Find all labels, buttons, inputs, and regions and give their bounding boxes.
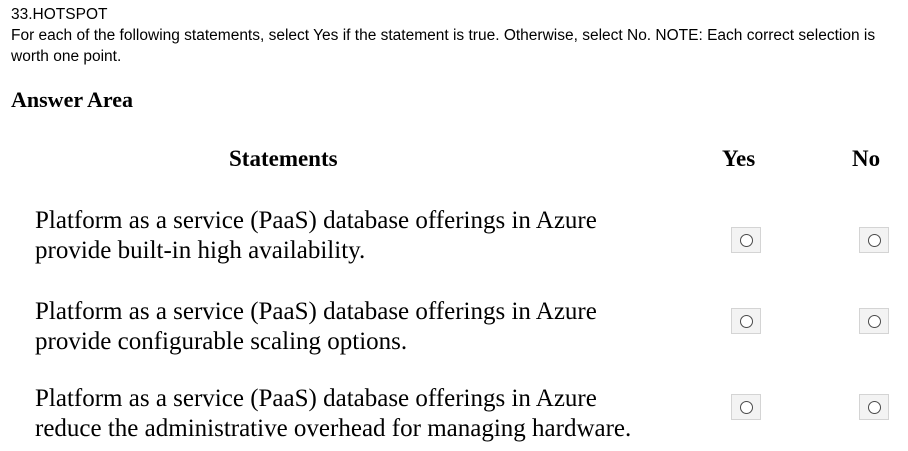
yes-radio-button[interactable] [731, 227, 761, 253]
question-instructions: For each of the following statements, se… [11, 27, 876, 65]
question-number: 33.HOTSPOT [11, 6, 108, 23]
statement-text: Platform as a service (PaaS) database of… [35, 385, 632, 442]
yes-radio-button[interactable] [731, 308, 761, 334]
radio-circle-icon [867, 314, 881, 328]
no-radio-button[interactable] [859, 308, 889, 334]
yes-radio-button[interactable] [731, 394, 761, 420]
yes-column-header: Yes [722, 146, 756, 171]
radio-circle-icon [739, 400, 753, 414]
radio-circle-icon [867, 400, 881, 414]
question-header: 33.HOTSPOT For each of the following sta… [11, 4, 881, 67]
no-column-header: No [852, 146, 881, 171]
radio-circle-icon [739, 233, 753, 247]
statements-column-header: Statements [229, 146, 338, 171]
radio-circle-icon [739, 314, 753, 328]
radio-circle-icon [867, 233, 881, 247]
statement-text: Platform as a service (PaaS) database of… [35, 207, 597, 264]
no-radio-button[interactable] [859, 394, 889, 420]
no-radio-button[interactable] [859, 227, 889, 253]
statement-text: Platform as a service (PaaS) database of… [35, 298, 597, 355]
answer-area-title: Answer Area [11, 87, 134, 112]
